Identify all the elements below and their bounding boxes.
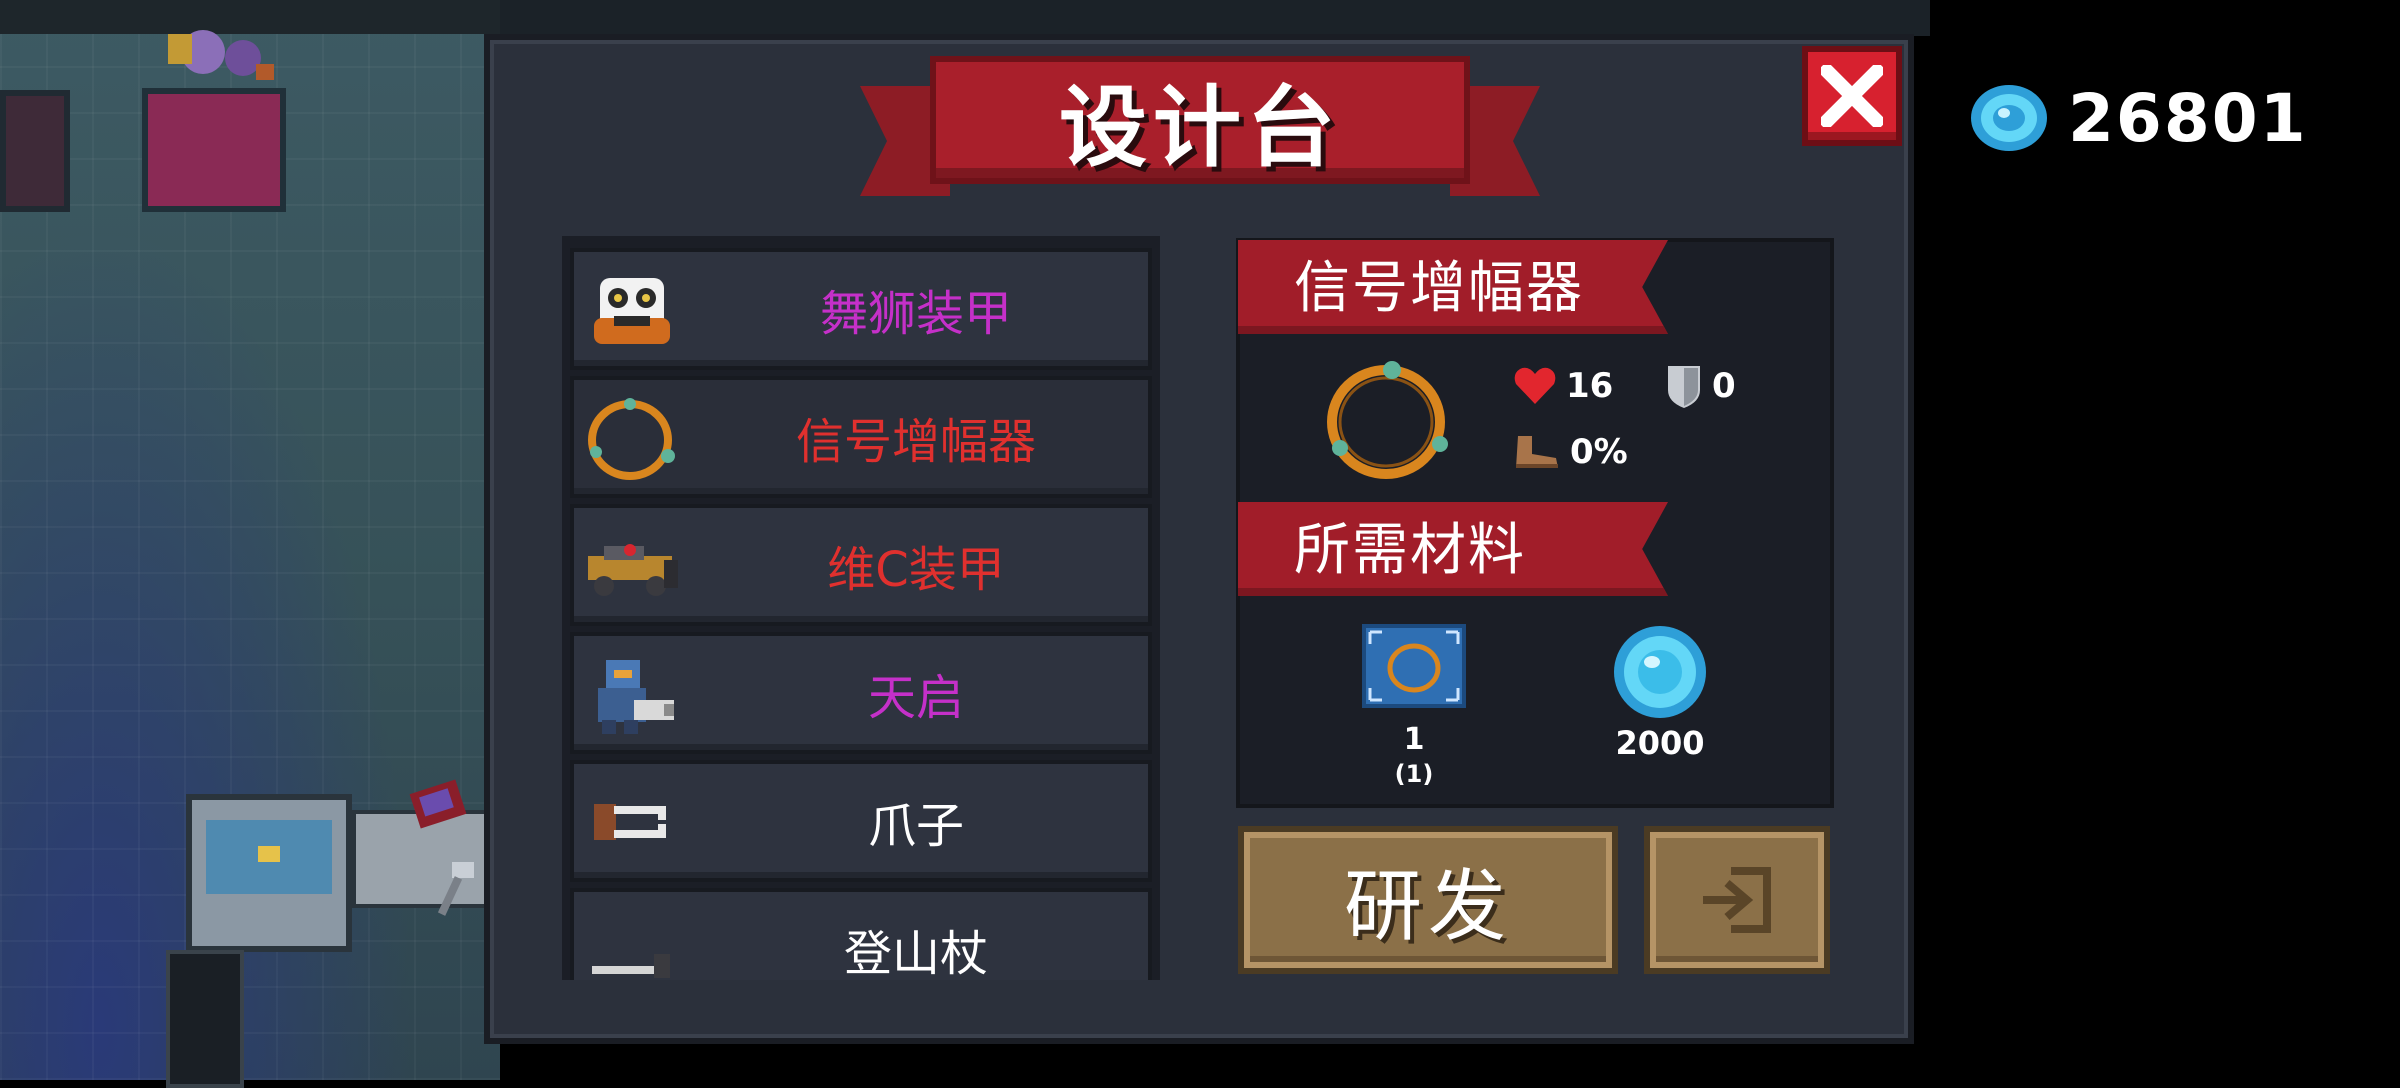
materials-banner: 所需材料 bbox=[1238, 502, 1668, 596]
gem-counter: 26801 bbox=[1968, 78, 2308, 158]
list-item-label: 舞狮装甲 bbox=[819, 286, 1012, 342]
background-dark-area bbox=[1930, 0, 2400, 1080]
health-value: 16 bbox=[1566, 366, 1614, 406]
close-icon bbox=[1821, 65, 1883, 127]
hammer-icon bbox=[432, 860, 482, 920]
claw-icon bbox=[584, 776, 680, 866]
list-item-lion-dance-armor[interactable]: 舞狮装甲 bbox=[570, 248, 1152, 370]
research-button-label: 研发 bbox=[1343, 862, 1512, 952]
title-ribbon: 设计台 bbox=[930, 56, 1470, 184]
heart-icon bbox=[1514, 367, 1556, 404]
item-pile-icon bbox=[148, 14, 278, 84]
apocalypse-robot-icon bbox=[584, 648, 680, 738]
gem-count: 26801 bbox=[2068, 79, 2308, 157]
exit-button[interactable] bbox=[1644, 826, 1830, 974]
close-button[interactable] bbox=[1802, 46, 1902, 146]
blueprint-quantity: 1 bbox=[1403, 722, 1425, 757]
item-name: 信号增幅器 bbox=[1294, 255, 1584, 321]
list-item-claw[interactable]: 爪子 bbox=[570, 760, 1152, 882]
list-item-label: 维C装甲 bbox=[827, 542, 1005, 598]
wall-cabinet bbox=[142, 88, 286, 212]
aquarium bbox=[186, 794, 352, 952]
material-gems bbox=[1610, 622, 1710, 722]
trekking-pole-icon bbox=[584, 904, 680, 980]
game-background bbox=[0, 0, 500, 1088]
wall-cabinet bbox=[0, 90, 70, 212]
list-item-label: 爪子 bbox=[867, 798, 964, 854]
signal-amplifier-icon bbox=[584, 392, 680, 482]
armor-value: 0 bbox=[1712, 366, 1736, 406]
materials-title: 所需材料 bbox=[1294, 517, 1526, 583]
list-item-apocalypse[interactable]: 天启 bbox=[570, 632, 1152, 754]
material-blueprint bbox=[1362, 624, 1466, 708]
book-icon bbox=[408, 776, 472, 832]
list-item-vitamin-c-armor[interactable]: 维C装甲 bbox=[570, 504, 1152, 626]
gem-icon bbox=[1614, 626, 1706, 718]
boot-icon bbox=[1516, 436, 1558, 468]
pillar bbox=[166, 950, 244, 1088]
health-stat: 16 bbox=[1512, 366, 1613, 406]
lion-dance-armor-icon bbox=[584, 264, 680, 354]
signal-amplifier-icon bbox=[1327, 361, 1448, 479]
list-item-label: 登山杖 bbox=[843, 926, 988, 980]
list-item-trekking-pole[interactable]: 登山杖 bbox=[570, 888, 1152, 980]
gem-icon bbox=[1971, 85, 2047, 151]
vitamin-c-armor-icon bbox=[584, 520, 680, 610]
armor-stat: 0 bbox=[1664, 362, 1736, 410]
speed-stat: 0% bbox=[1512, 432, 1628, 472]
list-item-label: 天启 bbox=[867, 670, 964, 726]
blueprint-icon bbox=[1362, 624, 1466, 708]
speed-value: 0% bbox=[1570, 432, 1628, 472]
exit-icon bbox=[1703, 867, 1771, 933]
background-top-strip bbox=[500, 0, 1930, 36]
research-button[interactable]: 研发 bbox=[1238, 826, 1618, 974]
list-item-signal-amplifier[interactable]: 信号增幅器 bbox=[570, 376, 1152, 498]
item-name-banner: 信号增幅器 bbox=[1238, 240, 1668, 334]
shield-icon bbox=[1668, 366, 1700, 408]
blueprint-owned: (1) bbox=[1394, 760, 1434, 788]
gem-cost: 2000 bbox=[1615, 724, 1705, 762]
blueprint-list[interactable]: 舞狮装甲 信号增幅器 维C装甲 天启 爪子 登山杖 bbox=[562, 236, 1160, 980]
page-title: 设计台 bbox=[1058, 75, 1341, 179]
title-banner: 设计台 bbox=[860, 56, 1540, 206]
selected-item-icon bbox=[1318, 356, 1458, 480]
list-item-label: 信号增幅器 bbox=[795, 414, 1036, 470]
